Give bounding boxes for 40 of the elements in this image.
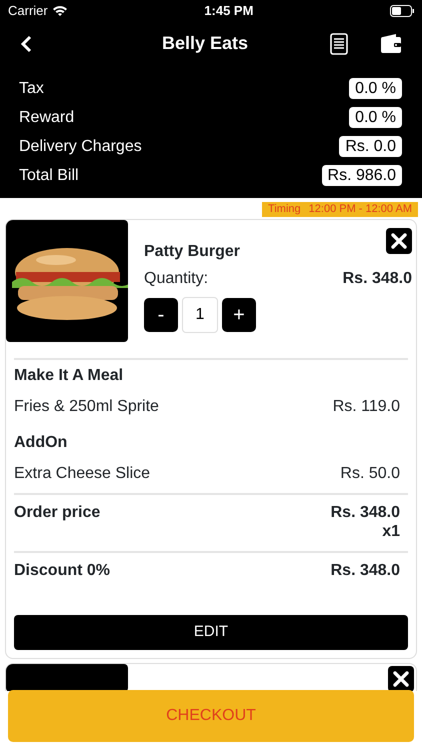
item-price: Rs. 348.0: [342, 269, 412, 289]
quantity-label: Quantity:: [144, 269, 208, 289]
discount-price: Rs. 348.0: [330, 561, 401, 580]
section-heading: AddOn: [14, 432, 68, 453]
option-name: Extra Cheese Slice: [14, 464, 150, 483]
quantity-multiplier: x1: [381, 522, 400, 542]
clock-time: 1:45 PM: [204, 3, 254, 19]
summary-value: 0.0 %: [349, 106, 402, 128]
option-name: Fries & 250ml Sprite: [14, 397, 159, 417]
option-price: Rs. 119.0: [332, 397, 401, 417]
close-icon: [392, 670, 410, 688]
wifi-icon: [52, 5, 68, 17]
close-icon: [390, 232, 408, 250]
plus-button[interactable]: +: [222, 298, 256, 332]
minus-button[interactable]: -: [144, 298, 178, 332]
discount-label: Discount 0%: [14, 561, 110, 580]
close-button[interactable]: [388, 666, 414, 690]
option-price: Rs. 50.0: [340, 464, 401, 483]
summary-label: Tax: [19, 78, 44, 98]
summary-label: Total Bill: [19, 166, 79, 186]
item-name: Patty Burger: [144, 242, 240, 262]
back-icon[interactable]: [20, 35, 32, 53]
timing-hours: 12:00 PM - 12:00 AM: [308, 203, 412, 216]
receipt-icon[interactable]: [330, 33, 348, 55]
edit-button[interactable]: EDIT: [14, 614, 408, 650]
battery-icon: [390, 5, 414, 17]
summary-value: Rs. 986.0: [322, 164, 402, 186]
order-price: Rs. 348.0: [330, 502, 400, 522]
summary-label: Reward: [19, 108, 74, 128]
summary-value: 0.0 %: [349, 78, 402, 100]
quantity-field[interactable]: 1: [182, 296, 218, 333]
close-button[interactable]: [386, 228, 412, 254]
wallet-icon[interactable]: [380, 34, 402, 54]
screen-title: Belly Eats: [160, 33, 250, 55]
order-price-label: Order price: [14, 502, 100, 523]
summary-value: Rs. 0.0: [339, 136, 402, 158]
section-heading: Make It A Meal: [14, 366, 124, 386]
carrier-label: Carrier: [8, 3, 48, 19]
summary-label: Delivery Charges: [19, 136, 142, 156]
timing-label: Timing: [268, 203, 301, 216]
